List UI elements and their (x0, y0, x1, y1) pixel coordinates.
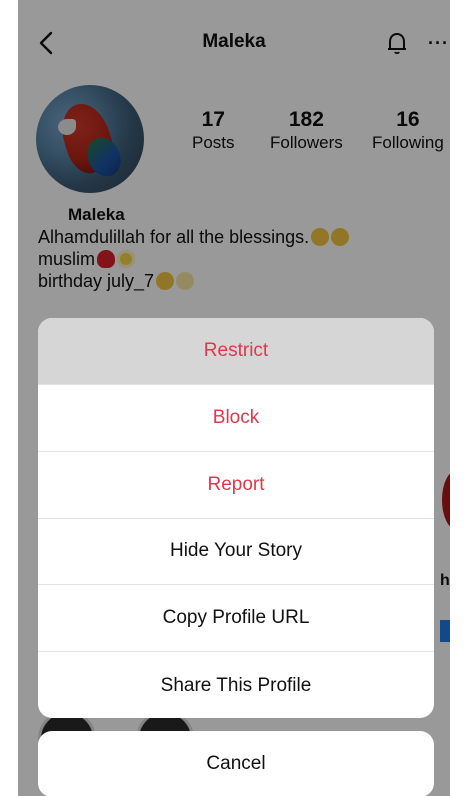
hide-your-story-button[interactable]: Hide Your Story (38, 518, 434, 585)
cancel-button[interactable]: Cancel (38, 731, 434, 796)
report-button[interactable]: Report (38, 452, 434, 519)
restrict-button[interactable]: Restrict (38, 318, 434, 385)
copy-profile-url-button[interactable]: Copy Profile URL (38, 585, 434, 652)
share-this-profile-button[interactable]: Share This Profile (38, 652, 434, 718)
app-frame: Maleka ··· 17 Posts 182 Followers 16 Fol… (18, 0, 450, 796)
block-button[interactable]: Block (38, 385, 434, 452)
action-sheet: Restrict Block Report Hide Your Story Co… (38, 318, 434, 718)
